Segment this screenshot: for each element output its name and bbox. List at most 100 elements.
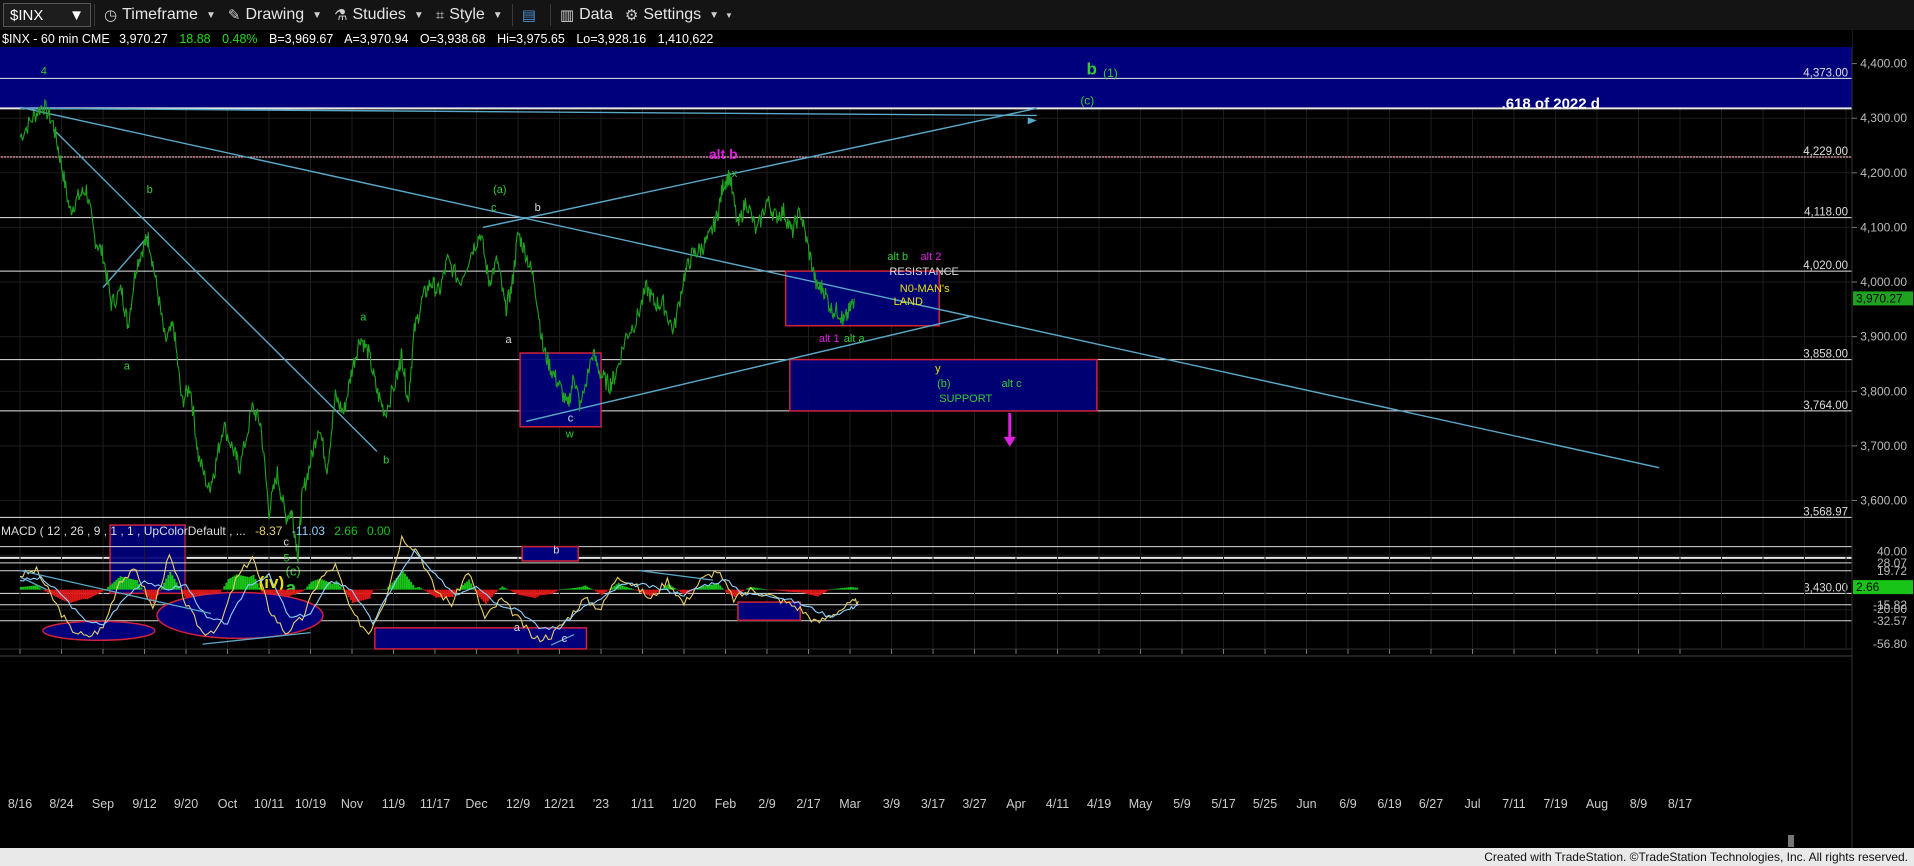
macd-histogram-bar [468, 579, 471, 590]
chevron-down-icon[interactable]: ▼ [69, 7, 84, 24]
macd-histogram-bar [540, 589, 543, 596]
macd-histogram-bar [592, 589, 595, 591]
macd-histogram-bar [673, 588, 676, 590]
macd-histogram-bar [829, 589, 832, 590]
style-label: Style [449, 6, 485, 23]
macd-wave-label: a [514, 622, 521, 634]
macd-histogram-bar [530, 589, 533, 598]
price-tick-label: 3,700.00 [1860, 439, 1907, 453]
macd-histogram-bar [594, 589, 597, 592]
time-tick-label: 4/11 [1046, 797, 1069, 811]
macd-histogram-bar [553, 589, 556, 593]
layout-button[interactable]: ▤ [516, 3, 547, 27]
chevron-down-icon: ▼ [492, 9, 503, 21]
macd-histogram-bar [80, 589, 83, 600]
symbol-info: $INX - 60 min CME [2, 32, 110, 46]
macd-histogram-bar [725, 589, 728, 593]
macd-histogram-bar [646, 589, 649, 596]
macd-histogram-bar [802, 589, 805, 593]
macd-histogram-bar [358, 589, 361, 602]
macd-histogram-bar [88, 589, 91, 599]
macd-histogram-bar [376, 589, 379, 591]
macd-histogram-bar [520, 589, 523, 596]
open: O=3,938.68 [420, 32, 486, 46]
macd-histogram-bar [403, 573, 406, 590]
symbol-input[interactable]: $INX ▼ [3, 3, 91, 27]
macd-histogram-bar [107, 587, 110, 590]
time-tick-label: 5/25 [1253, 797, 1277, 811]
macd-histogram-bar [461, 584, 464, 590]
macd-histogram-bar [447, 589, 450, 598]
macd-histogram-bar [611, 587, 614, 590]
drawing-button[interactable]: ✎ Drawing ▼ [222, 3, 328, 27]
gear-icon: ⚙ [624, 7, 639, 24]
macd-histogram-bar [362, 589, 365, 601]
wave-label: alt 1 [819, 333, 840, 345]
macd-histogram-bar [798, 589, 801, 593]
macd-histogram-bar [627, 587, 630, 590]
macd-histogram-bar [563, 588, 566, 590]
level-label: 3,858.00 [1803, 349, 1848, 361]
wave-label: (iv) [259, 573, 285, 592]
macd-histogram-bar [800, 589, 803, 593]
chevron-down-icon: ▼ [709, 9, 720, 21]
time-tick-label: 11/9 [382, 797, 405, 811]
macd-histogram-bar [536, 589, 539, 597]
macd-histogram-bar [53, 589, 56, 596]
macd-histogram-bar [856, 587, 859, 590]
time-tick-label: Jul [1465, 797, 1481, 811]
macd-histogram-bar [679, 589, 682, 593]
macd-histogram-bar [464, 583, 467, 590]
macd-histogram-bar [526, 589, 529, 597]
price-tick-label: 3,800.00 [1860, 384, 1907, 398]
macd-histogram-bar [22, 586, 25, 590]
level-label: 4,020.00 [1803, 260, 1848, 272]
macd-histogram-bar [258, 587, 261, 590]
price-tick-label: 3,900.00 [1860, 330, 1907, 344]
scrollbar-thumb[interactable] [1788, 835, 1794, 847]
toolbar-divider [549, 4, 551, 26]
macd-histogram-bar [569, 588, 572, 590]
macd-histogram-bar [808, 589, 811, 595]
macd-histogram-bar [814, 589, 817, 597]
studies-label: Studies [352, 6, 406, 23]
timeframe-button[interactable]: ◷ Timeframe ▼ [98, 3, 222, 27]
macd-histogram-bar [582, 586, 585, 590]
macd-histogram-bar [586, 586, 589, 590]
data-button[interactable]: ▥ Data [554, 3, 619, 27]
wave-label: c [491, 202, 497, 214]
macd-histogram-bar [254, 579, 257, 590]
macd-histogram-bar [121, 577, 124, 590]
macd-histogram-bar [426, 589, 429, 593]
chevron-down-icon: ▼ [725, 10, 733, 20]
macd-histogram-bar [511, 589, 514, 592]
time-tick-label: Jun [1296, 797, 1316, 811]
macd-histogram-bar [148, 589, 151, 600]
macd-histogram-bar [505, 588, 508, 590]
macd-histogram-bar [100, 589, 103, 592]
settings-label: Settings [643, 6, 702, 23]
macd-histogram-bar [341, 588, 344, 590]
flask-icon: ⚗ [334, 7, 348, 24]
macd-histogram-bar [509, 589, 512, 591]
settings-button[interactable]: ⚙ Settings ▼ ▼ [619, 3, 739, 27]
macd-histogram-bar [304, 588, 307, 590]
macd-histogram-bar [260, 589, 263, 592]
macd-histogram-bar [710, 584, 713, 590]
macd-histogram-bar [503, 587, 506, 590]
studies-button[interactable]: ⚗ Studies ▼ [328, 3, 430, 27]
time-tick-label: 9/20 [174, 797, 198, 811]
macd-histogram-bar [366, 589, 369, 600]
price-chart[interactable]: b (1) (c) .618 of 2022 d alt b x b (a) c b alt b al… [0, 30, 1914, 848]
macd-histogram-bar [576, 587, 579, 590]
wave-label: c [568, 412, 574, 424]
macd-histogram-bar [484, 589, 487, 604]
macd-histogram-bar [781, 589, 784, 592]
macd-histogram-bar [580, 587, 583, 590]
macd-histogram-bar [239, 575, 242, 590]
macd-histogram-bar [528, 589, 531, 597]
macd-histogram-bar [598, 589, 601, 594]
level-label: 3,568.97 [1803, 506, 1848, 518]
time-tick-label: 6/27 [1419, 797, 1443, 811]
style-button[interactable]: ⌗ Style ▼ [430, 3, 509, 27]
